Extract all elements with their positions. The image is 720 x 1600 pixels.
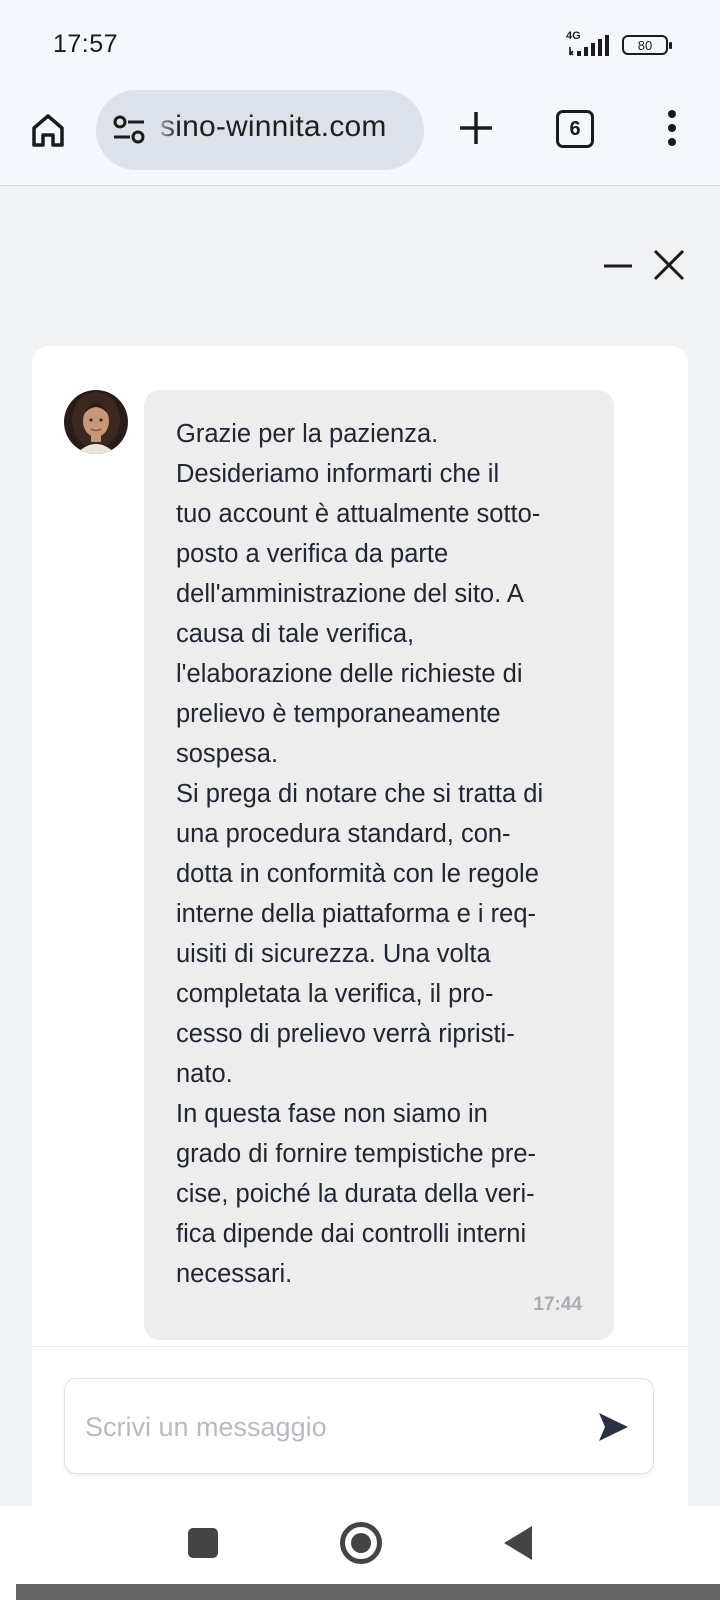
message-text: Grazie per la pazienza. Desideriamo info… bbox=[176, 420, 544, 1288]
url-fade bbox=[152, 90, 178, 170]
recents-icon[interactable] bbox=[188, 1528, 218, 1558]
home-icon[interactable] bbox=[28, 110, 68, 150]
message-bubble: Grazie per la pazienza. Desideriamo info… bbox=[144, 390, 614, 1340]
avatar bbox=[64, 390, 128, 454]
status-icons: 4G 80 bbox=[566, 30, 672, 60]
network-type-label: 4G bbox=[566, 30, 581, 42]
tab-count: 6 bbox=[569, 117, 581, 140]
tune-icon[interactable] bbox=[112, 114, 146, 146]
status-bar: 17:57 4G 80 bbox=[0, 0, 720, 88]
address-bar[interactable]: sino-winnita.com bbox=[96, 90, 424, 170]
browser-toolbar: sino-winnita.com 6 bbox=[0, 88, 720, 186]
home-indicator bbox=[16, 1584, 720, 1600]
plus-icon[interactable] bbox=[456, 108, 496, 148]
send-icon[interactable] bbox=[595, 1409, 631, 1445]
message-input[interactable] bbox=[85, 1405, 565, 1449]
battery-icon: 80 bbox=[622, 35, 672, 55]
minimize-icon[interactable] bbox=[600, 248, 636, 278]
signal-icon: 4G bbox=[566, 30, 612, 57]
divider bbox=[32, 1346, 688, 1347]
chat-window: Grazie per la pazienza. Desideriamo info… bbox=[32, 346, 688, 1506]
message-input-box bbox=[64, 1378, 654, 1474]
url-text[interactable]: sino-winnita.com bbox=[160, 110, 387, 144]
battery-level: 80 bbox=[637, 37, 653, 53]
more-vert-icon[interactable] bbox=[654, 108, 690, 150]
close-icon[interactable] bbox=[652, 248, 686, 282]
back-icon[interactable] bbox=[504, 1526, 532, 1560]
status-time: 17:57 bbox=[53, 30, 119, 58]
tabs-icon[interactable]: 6 bbox=[556, 110, 594, 148]
home-circle-icon[interactable] bbox=[340, 1522, 382, 1564]
message-time: 17:44 bbox=[533, 1294, 582, 1315]
